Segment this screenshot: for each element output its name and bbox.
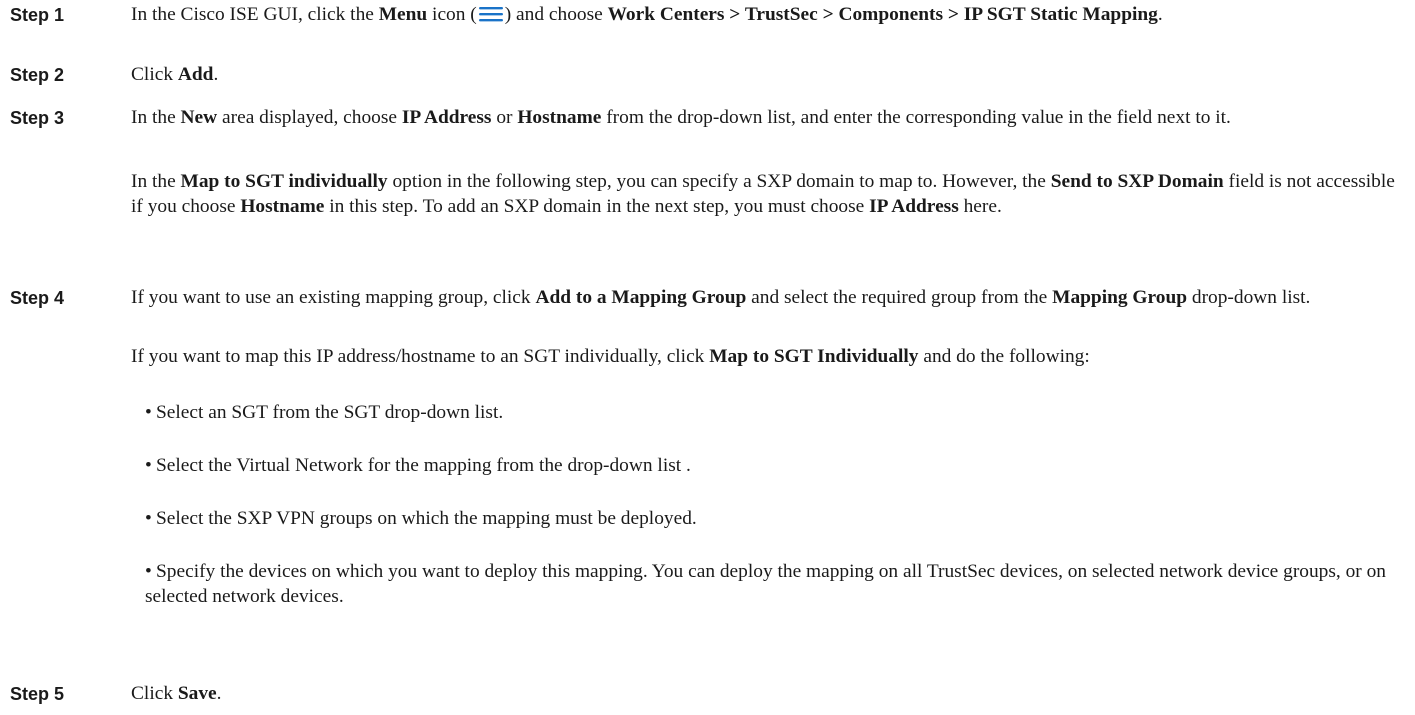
step-4-text-2: If you want to map this IP address/hostn…: [131, 346, 1090, 367]
step-3-text: In the New area displayed, choose IP Add…: [131, 107, 1231, 128]
step-1-label: Step 1: [10, 5, 65, 25]
list-item: • Select the SXP VPN groups on which the …: [145, 508, 697, 529]
list-item: • Specify the devices on which you want t…: [145, 561, 1387, 607]
list-item: • Select an SGT from the SGT drop-down li…: [145, 402, 504, 423]
bullet-glyph: •: [145, 561, 152, 582]
list-item: • Select the Virtual Network for the mapp…: [145, 455, 691, 476]
step-3-label: Step 3: [10, 108, 65, 128]
step-2-label: Step 2: [10, 65, 65, 85]
step-2-text: Click Add.: [131, 64, 219, 85]
step-4-text: If you want to use an existing mapping g…: [131, 287, 1311, 308]
hamburger-menu-icon: [478, 5, 504, 30]
step-1-text: In the Cisco ISE GUI, click the Menu ico…: [131, 2, 1411, 30]
step-3-note: In the Map to SGT individually option in…: [131, 171, 1395, 217]
step-4-label: Step 4: [10, 288, 65, 308]
step-5-label: Step 5: [10, 684, 65, 704]
bullet-glyph: •: [145, 402, 152, 423]
bullet-glyph: •: [145, 508, 152, 529]
step-5-text: Click Save.: [131, 683, 222, 704]
bullet-glyph: •: [145, 455, 152, 476]
